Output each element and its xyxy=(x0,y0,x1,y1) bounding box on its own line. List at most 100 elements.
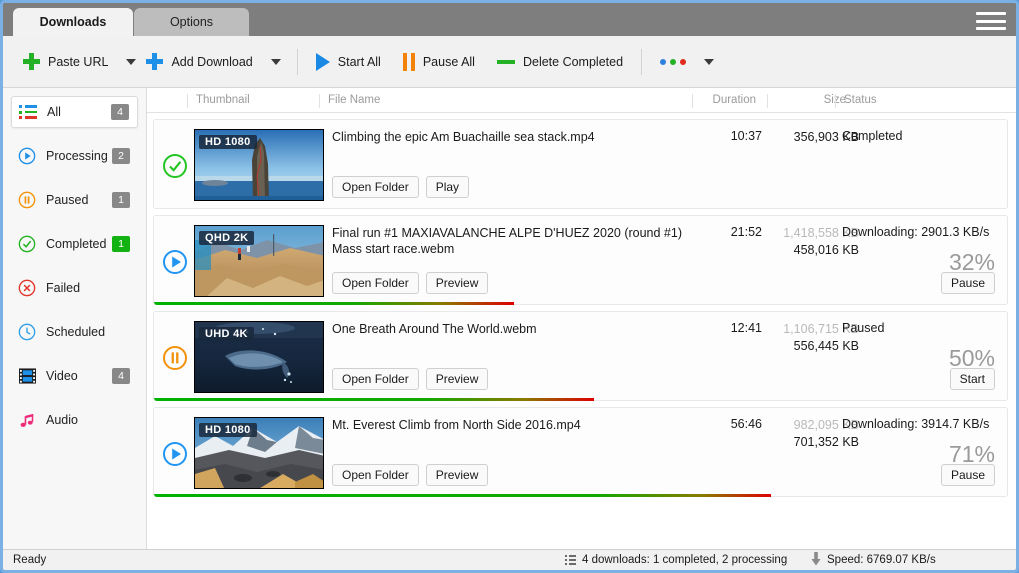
sidebar-item-processing-badge: 2 xyxy=(112,148,130,164)
status-text: Completed xyxy=(842,129,903,143)
open-folder-button[interactable]: Open Folder xyxy=(332,368,419,390)
sidebar-item-video[interactable]: Video 4 xyxy=(11,360,138,392)
start-button[interactable]: Start xyxy=(949,368,995,390)
duration: 12:41 xyxy=(730,321,762,335)
play-button[interactable]: Play xyxy=(425,176,470,198)
pause-button[interactable]: Pause xyxy=(940,464,995,486)
sidebar-item-paused[interactable]: Paused 1 xyxy=(11,184,138,216)
paste-url-button[interactable]: Paste URL xyxy=(17,45,114,79)
status-speed-text: Speed: 6769.07 KB/s xyxy=(827,554,936,566)
quality-badge: HD 1080 xyxy=(199,423,257,437)
plus-icon xyxy=(23,53,40,70)
row-buttons: Open Folder Preview xyxy=(332,368,489,390)
column-header-status[interactable]: Status xyxy=(835,94,1005,108)
sidebar-item-completed[interactable]: Completed 1 xyxy=(11,228,138,260)
play-circle-icon[interactable] xyxy=(162,441,188,467)
pause-circle-icon[interactable] xyxy=(162,345,188,371)
film-icon xyxy=(17,366,37,386)
music-note-icon xyxy=(17,410,37,430)
sidebar-item-all-label: All xyxy=(47,105,61,119)
progress-bar xyxy=(154,494,771,497)
toolbar: Paste URL Add Download Start All Pause A… xyxy=(3,36,1016,88)
thumbnail[interactable]: UHD 4K xyxy=(194,321,324,393)
sidebar-item-video-label: Video xyxy=(46,369,78,383)
sidebar-item-audio-label: Audio xyxy=(46,413,78,427)
size-downloaded: 556,445 KB xyxy=(793,339,859,353)
app-window: Downloads Options Paste URL Add Download… xyxy=(0,0,1019,573)
duration: 10:37 xyxy=(730,129,762,143)
tab-options[interactable]: Options xyxy=(134,8,249,36)
download-arrow-icon xyxy=(811,551,821,569)
thumbnail[interactable]: QHD 2K xyxy=(194,225,324,297)
status-downloads-summary-text: 4 downloads: 1 completed, 2 processing xyxy=(582,554,788,566)
tab-options-label: Options xyxy=(169,15,214,29)
add-download-button[interactable]: Add Download xyxy=(140,45,258,79)
preview-button[interactable]: Preview xyxy=(425,464,489,486)
sidebar-item-all-badge: 4 xyxy=(111,104,129,120)
table-row[interactable]: QHD 2K Final run #1 MAXIAVALANCHE ALPE D… xyxy=(153,215,1008,305)
paste-url-dropdown-caret-icon[interactable] xyxy=(126,58,137,65)
preview-button[interactable]: Preview xyxy=(425,368,489,390)
three-dots-icon xyxy=(660,58,687,65)
thumbnail[interactable]: HD 1080 xyxy=(194,417,324,489)
column-header-thumbnail[interactable]: Thumbnail xyxy=(187,94,317,108)
status-text: Paused xyxy=(842,321,885,335)
check-circle-icon xyxy=(162,153,188,179)
start-all-button[interactable]: Start All xyxy=(310,45,387,79)
open-folder-button[interactable]: Open Folder xyxy=(332,176,419,198)
sidebar-item-processing[interactable]: Processing 2 xyxy=(11,140,138,172)
progress-bar xyxy=(154,398,594,401)
hamburger-menu-icon[interactable] xyxy=(976,12,1006,30)
sidebar-item-failed[interactable]: Failed xyxy=(11,272,138,304)
more-options-caret-icon[interactable] xyxy=(704,58,715,65)
downloads-list: HD 1080 Climbing the epic Am Buachaille … xyxy=(147,113,1016,497)
progress-bar xyxy=(154,302,514,305)
sidebar-item-completed-badge: 1 xyxy=(112,236,130,252)
add-download-dropdown-caret-icon[interactable] xyxy=(270,58,281,65)
play-circle-icon[interactable] xyxy=(162,249,188,275)
column-header-duration[interactable]: Duration xyxy=(692,94,762,108)
column-header-file-name[interactable]: File Name xyxy=(319,94,689,108)
sidebar-item-failed-label: Failed xyxy=(46,281,81,295)
sidebar-item-audio[interactable]: Audio xyxy=(11,404,138,436)
status-bar: Ready 4 downloads: 1 completed, 2 proces… xyxy=(3,549,1016,570)
downloads-table: Thumbnail File Name Duration Size Status xyxy=(147,88,1016,549)
open-folder-button[interactable]: Open Folder xyxy=(332,272,419,294)
table-row[interactable]: HD 1080 Climbing the epic Am Buachaille … xyxy=(153,119,1008,209)
duration: 56:46 xyxy=(730,417,762,431)
list-icon xyxy=(18,102,38,122)
table-row[interactable]: HD 1080 Mt. Everest Climb from North Sid… xyxy=(153,407,1008,497)
play-icon xyxy=(315,52,330,71)
sidebar-item-processing-label: Processing xyxy=(46,149,108,163)
table-header: Thumbnail File Name Duration Size Status xyxy=(147,88,1016,113)
main-body: All 4 Processing 2 Paused 1 Completed 1 … xyxy=(3,88,1016,549)
status-ready-text: Ready xyxy=(13,554,47,566)
row-buttons: Open Folder Preview xyxy=(332,464,489,486)
pause-button[interactable]: Pause xyxy=(940,272,995,294)
start-all-label: Start All xyxy=(337,54,381,69)
toolbar-divider xyxy=(641,48,643,75)
thumbnail[interactable]: HD 1080 xyxy=(194,129,324,201)
more-options-button[interactable] xyxy=(654,45,692,79)
duration: 21:52 xyxy=(730,225,762,239)
delete-completed-button[interactable]: Delete Completed xyxy=(491,45,629,79)
file-name: Climbing the epic Am Buachaille sea stac… xyxy=(332,130,595,144)
preview-button[interactable]: Preview xyxy=(425,272,489,294)
size-downloaded: 701,352 KB xyxy=(793,435,859,449)
pause-circle-icon xyxy=(17,190,37,210)
sidebar-item-video-badge: 4 xyxy=(112,368,130,384)
plus-icon xyxy=(146,53,164,70)
sidebar: All 4 Processing 2 Paused 1 Completed 1 … xyxy=(3,88,147,549)
pause-all-button[interactable]: Pause All xyxy=(397,45,481,79)
tab-downloads-label: Downloads xyxy=(39,15,107,29)
quality-badge: HD 1080 xyxy=(199,135,257,149)
toolbar-divider xyxy=(296,48,298,75)
paste-url-label: Paste URL xyxy=(48,54,109,69)
tab-downloads[interactable]: Downloads xyxy=(13,8,133,36)
sidebar-item-scheduled[interactable]: Scheduled xyxy=(11,316,138,348)
table-row[interactable]: UHD 4K One Breath Around The World.webm … xyxy=(153,311,1008,401)
sidebar-item-all[interactable]: All 4 xyxy=(11,96,138,128)
hamburger-line xyxy=(976,27,1006,30)
delete-completed-label: Delete Completed xyxy=(522,54,624,69)
open-folder-button[interactable]: Open Folder xyxy=(332,464,419,486)
